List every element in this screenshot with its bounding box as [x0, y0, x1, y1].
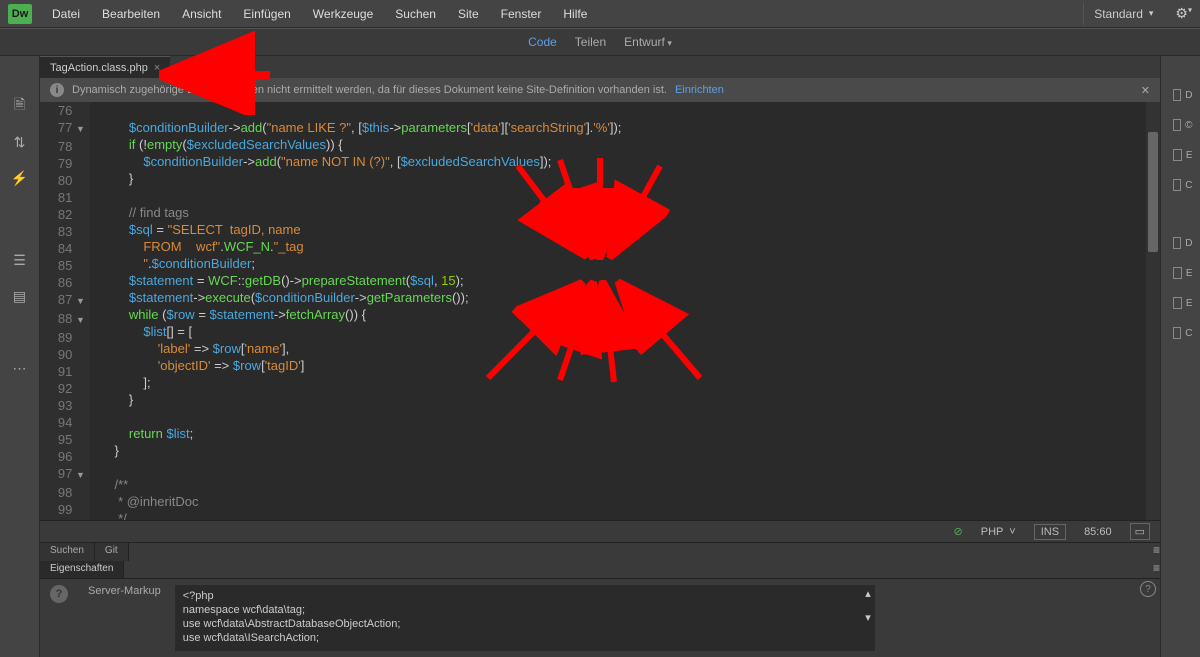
- bottom-tabs: Suchen Git ≡: [40, 543, 1160, 561]
- context-help-icon[interactable]: ?: [1140, 581, 1156, 597]
- view-toolbar: Code Teilen Entwurf: [0, 28, 1200, 56]
- more-icon[interactable]: ⋯: [10, 358, 30, 378]
- right-toolbar: D©ECDEEC: [1160, 56, 1200, 657]
- file-tab[interactable]: TagAction.class.php ×: [40, 56, 170, 78]
- info-text: Dynamisch zugehörige Dateien können nich…: [72, 84, 667, 96]
- file-icon[interactable]: 🗎: [10, 96, 30, 116]
- panel-icon-6[interactable]: E: [1169, 294, 1193, 312]
- tab-bar: TagAction.class.php ×: [40, 56, 1160, 78]
- info-close-icon[interactable]: ✕: [1141, 84, 1150, 97]
- tab-search[interactable]: Suchen: [40, 543, 95, 561]
- status-preview-icon[interactable]: ▭: [1130, 523, 1150, 540]
- panel-icon-2[interactable]: E: [1169, 146, 1193, 164]
- settings-icon[interactable]: ⚙▾: [1175, 5, 1192, 22]
- app-logo: Dw: [8, 4, 32, 24]
- menu-bar: Dw Datei Bearbeiten Ansicht Einfügen Wer…: [0, 0, 1200, 28]
- markup-code: <?php namespace wcf\data\tag; use wcf\da…: [175, 585, 875, 651]
- menu-site[interactable]: Site: [448, 3, 489, 25]
- info-bar: i Dynamisch zugehörige Dateien können ni…: [40, 78, 1160, 102]
- menu-window[interactable]: Fenster: [491, 3, 552, 25]
- scroll-down-icon[interactable]: ▾: [865, 611, 871, 625]
- view-code[interactable]: Code: [528, 35, 557, 49]
- panel-icon-5[interactable]: E: [1169, 264, 1193, 282]
- layers-icon[interactable]: ▤: [10, 286, 30, 306]
- server-markup-label: Server-Markup: [88, 585, 161, 651]
- left-toolbar: 🗎 ⇅ ⚡ ☰ ▤ ⋯: [0, 56, 40, 657]
- panel-menu-icon-2[interactable]: ≡: [1153, 561, 1160, 578]
- comment-icon[interactable]: ☰: [10, 250, 30, 270]
- status-pos: 85:60: [1084, 526, 1112, 538]
- panel-icon-0[interactable]: D: [1169, 86, 1193, 104]
- tab-git[interactable]: Git: [95, 543, 129, 561]
- gutter: 76 77 ▼78 79 80 81 82 83 84 85 86 87 ▼88…: [40, 102, 90, 520]
- info-link[interactable]: Einrichten: [675, 84, 724, 96]
- code-content[interactable]: $conditionBuilder->add("name LIKE ?", [$…: [90, 102, 1160, 520]
- view-split[interactable]: Teilen: [575, 35, 606, 49]
- properties-content: ? Server-Markup <?php namespace wcf\data…: [40, 579, 1160, 657]
- swap-icon[interactable]: ⇅: [10, 132, 30, 152]
- menu-find[interactable]: Suchen: [385, 3, 446, 25]
- workspace-switcher[interactable]: Standard▾: [1083, 3, 1163, 25]
- panel-icon-1[interactable]: ©: [1169, 116, 1193, 134]
- status-mode[interactable]: INS: [1034, 524, 1066, 540]
- tab-label: TagAction.class.php: [50, 62, 148, 74]
- help-icon[interactable]: ?: [50, 585, 68, 603]
- scrollbar-thumb[interactable]: [1148, 132, 1158, 252]
- status-ok-icon: ⊘: [954, 525, 963, 538]
- editor-scrollbar[interactable]: [1146, 102, 1160, 520]
- wand-icon[interactable]: ⚡: [10, 168, 30, 188]
- status-lang[interactable]: PHP ˅: [981, 526, 1016, 538]
- panel-icon-3[interactable]: C: [1169, 176, 1193, 194]
- tab-properties[interactable]: Eigenschaften: [40, 561, 124, 578]
- menu-help[interactable]: Hilfe: [553, 3, 597, 25]
- scroll-up-icon[interactable]: ▴: [865, 587, 871, 601]
- menu-edit[interactable]: Bearbeiten: [92, 3, 170, 25]
- panel-icon-4[interactable]: D: [1169, 234, 1193, 252]
- bottom-panel: Suchen Git ≡ Eigenschaften ≡ ? Server-Ma…: [40, 542, 1160, 657]
- main-menu: Datei Bearbeiten Ansicht Einfügen Werkze…: [42, 3, 597, 25]
- panel-menu-icon[interactable]: ≡: [1153, 543, 1160, 561]
- menu-view[interactable]: Ansicht: [172, 3, 231, 25]
- view-design[interactable]: Entwurf: [624, 35, 672, 49]
- status-bar: ⊘ PHP ˅ INS 85:60 ▭: [40, 520, 1160, 542]
- panel-icon-7[interactable]: C: [1169, 324, 1193, 342]
- menu-tools[interactable]: Werkzeuge: [303, 3, 383, 25]
- tab-close-icon[interactable]: ×: [154, 62, 160, 74]
- code-editor[interactable]: 76 77 ▼78 79 80 81 82 83 84 85 86 87 ▼88…: [40, 102, 1160, 520]
- info-icon: i: [50, 83, 64, 97]
- editor-container: TagAction.class.php × i Dynamisch zugehö…: [40, 56, 1160, 657]
- menu-file[interactable]: Datei: [42, 3, 90, 25]
- menu-insert[interactable]: Einfügen: [233, 3, 300, 25]
